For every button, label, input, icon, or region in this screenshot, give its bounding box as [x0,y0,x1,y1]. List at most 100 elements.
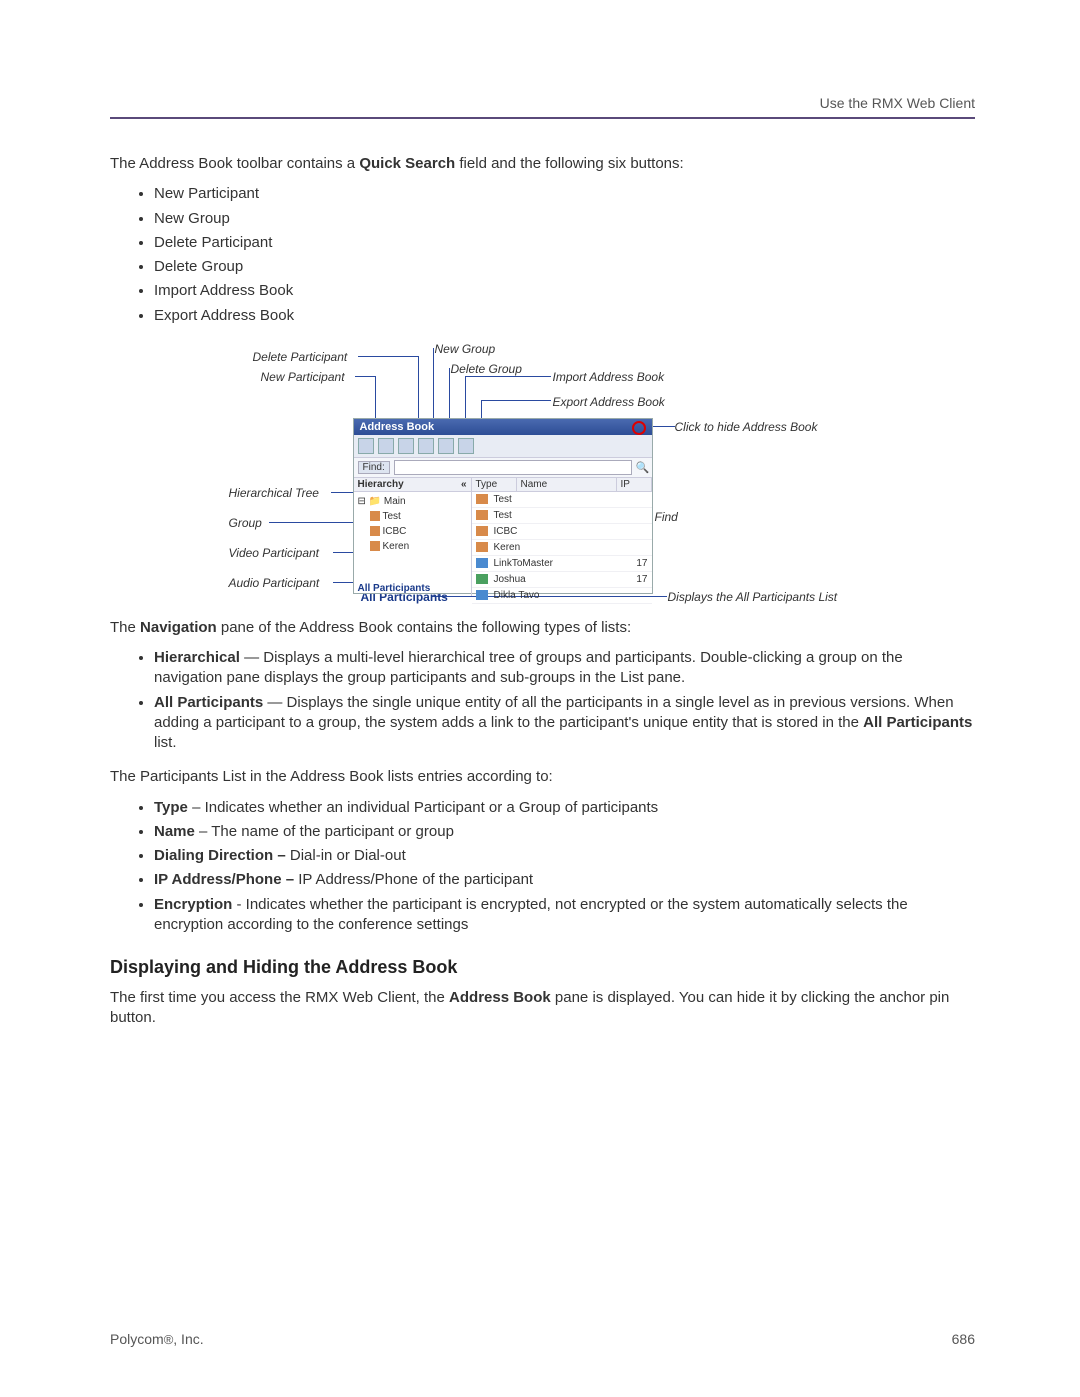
collapse-icon[interactable]: « [461,479,467,490]
callout-all-participants-desc: Displays the All Participants List [668,590,838,604]
address-book-diagram: Delete Participant New Participant New G… [183,340,903,600]
panel-title: Address Book [354,419,652,435]
callout-hierarchical-tree: Hierarchical Tree [229,486,319,500]
text: – The name of the participant or group [195,823,454,840]
find-label: Find: [358,461,390,474]
text: pane of the Address Book contains the fo… [221,619,631,636]
text: — Displays the single unique entity of a… [154,694,954,731]
quick-search-term: Quick Search [359,155,455,172]
table-row[interactable]: Keren [472,540,652,556]
callout-video-participant: Video Participant [229,546,320,560]
tree-item[interactable]: ICBC [358,524,467,539]
section-paragraph: The first time you access the RMX Web Cl… [110,988,975,1029]
text: - Indicates whether the participant is e… [154,896,908,933]
import-book-button[interactable] [438,438,454,454]
tree-root-label: Main [384,496,406,507]
col-type[interactable]: Type [472,478,517,491]
callout-new-group: New Group [435,342,496,356]
text: The Address Book toolbar contains a [110,155,359,172]
toolbar-button-list: New Participant New Group Delete Partici… [110,184,975,326]
all-participants-link[interactable]: All Participants [358,583,467,594]
text: Polycom [110,1331,164,1347]
list-item: Encryption - Indicates whether the parti… [154,895,975,936]
term: All Participants [154,694,263,711]
term: IP Address/Phone – [154,871,294,888]
panel-title-text: Address Book [360,421,435,433]
callout-audio-participant: Audio Participant [229,576,320,590]
search-icon[interactable]: 🔍 [636,461,648,473]
audio-participant-icon [476,574,488,584]
term: All Participants [863,714,972,731]
header-rule [110,117,975,119]
page-header: Use the RMX Web Client [110,95,975,111]
list-item: Delete Participant [154,233,975,253]
reg-mark: ® [164,1332,174,1347]
video-participant-icon [476,590,488,600]
address-book-panel: Address Book Find: 🔍 Hierarchy [353,418,653,594]
term: Type [154,799,188,816]
col-ip[interactable]: IP [617,478,652,491]
nav-header: Hierarchy « [354,478,471,492]
delete-participant-button[interactable] [378,438,394,454]
address-book-toolbar [354,435,652,458]
text: field and the following six buttons: [459,155,683,172]
page-footer: Polycom®, Inc. 686 [110,1331,975,1347]
find-input[interactable] [394,460,632,475]
row-name: ICBC [494,524,622,539]
text: – Indicates whether an individual Partic… [188,799,658,816]
row-name: Test [494,492,622,507]
text: The first time you access the RMX Web Cl… [110,989,449,1006]
find-bar: Find: 🔍 [354,458,652,478]
group-icon [476,542,488,552]
term: Dialing Direction – [154,847,286,864]
list-item: Dialing Direction – Dial-in or Dial-out [154,846,975,866]
tree-item-label: ICBC [383,526,407,537]
pin-icon[interactable] [632,421,646,435]
nav-header-label: Hierarchy [358,479,404,490]
list-headers: Type Name IP [472,478,652,492]
table-row[interactable]: Dikla Tavo [472,588,652,604]
group-icon [370,541,380,551]
table-row[interactable]: LinkToMaster17 [472,556,652,572]
list-item: New Group [154,209,975,229]
tree-item[interactable]: Keren [358,539,467,554]
group-icon [476,510,488,520]
list-item: IP Address/Phone – IP Address/Phone of t… [154,870,975,890]
table-row[interactable]: Test [472,492,652,508]
list-pane: Type Name IP Test Test ICBC Keren LinkTo… [472,478,652,596]
section-heading: Displaying and Hiding the Address Book [110,957,975,978]
table-row[interactable]: Test [472,508,652,524]
row-name: Test [494,508,622,523]
list-item: All Participants — Displays the single u… [154,693,975,754]
text: list. [154,734,177,751]
list-item: Delete Group [154,257,975,277]
hierarchy-tree: ⊟ 📁 Main Test ICBC Keren [354,492,471,556]
tree-root[interactable]: ⊟ 📁 Main [358,494,467,509]
callout-find: Find [655,510,678,524]
row-name: LinkToMaster [494,556,622,571]
list-item: Hierarchical — Displays a multi-level hi… [154,648,975,689]
callout-new-participant: New Participant [261,370,345,384]
table-row[interactable]: ICBC [472,524,652,540]
new-participant-button[interactable] [358,438,374,454]
text: , Inc. [173,1331,203,1347]
table-row[interactable]: Joshua17 [472,572,652,588]
callout-export-book: Export Address Book [553,395,665,409]
export-book-button[interactable] [458,438,474,454]
tree-item-label: Keren [383,541,410,552]
navigation-term: Navigation [140,619,217,636]
navigation-paragraph: The Navigation pane of the Address Book … [110,618,975,638]
tree-item[interactable]: Test [358,509,467,524]
term: Encryption [154,896,232,913]
list-item: New Participant [154,184,975,204]
delete-group-button[interactable] [418,438,434,454]
callout-delete-group: Delete Group [451,362,522,376]
address-book-term: Address Book [449,989,551,1006]
navigation-list: Hierarchical — Displays a multi-level hi… [110,648,975,753]
col-name[interactable]: Name [517,478,617,491]
list-item: Export Address Book [154,306,975,326]
text: The [110,619,140,636]
new-group-button[interactable] [398,438,414,454]
list-item: Type – Indicates whether an individual P… [154,798,975,818]
text: IP Address/Phone of the participant [294,871,533,888]
